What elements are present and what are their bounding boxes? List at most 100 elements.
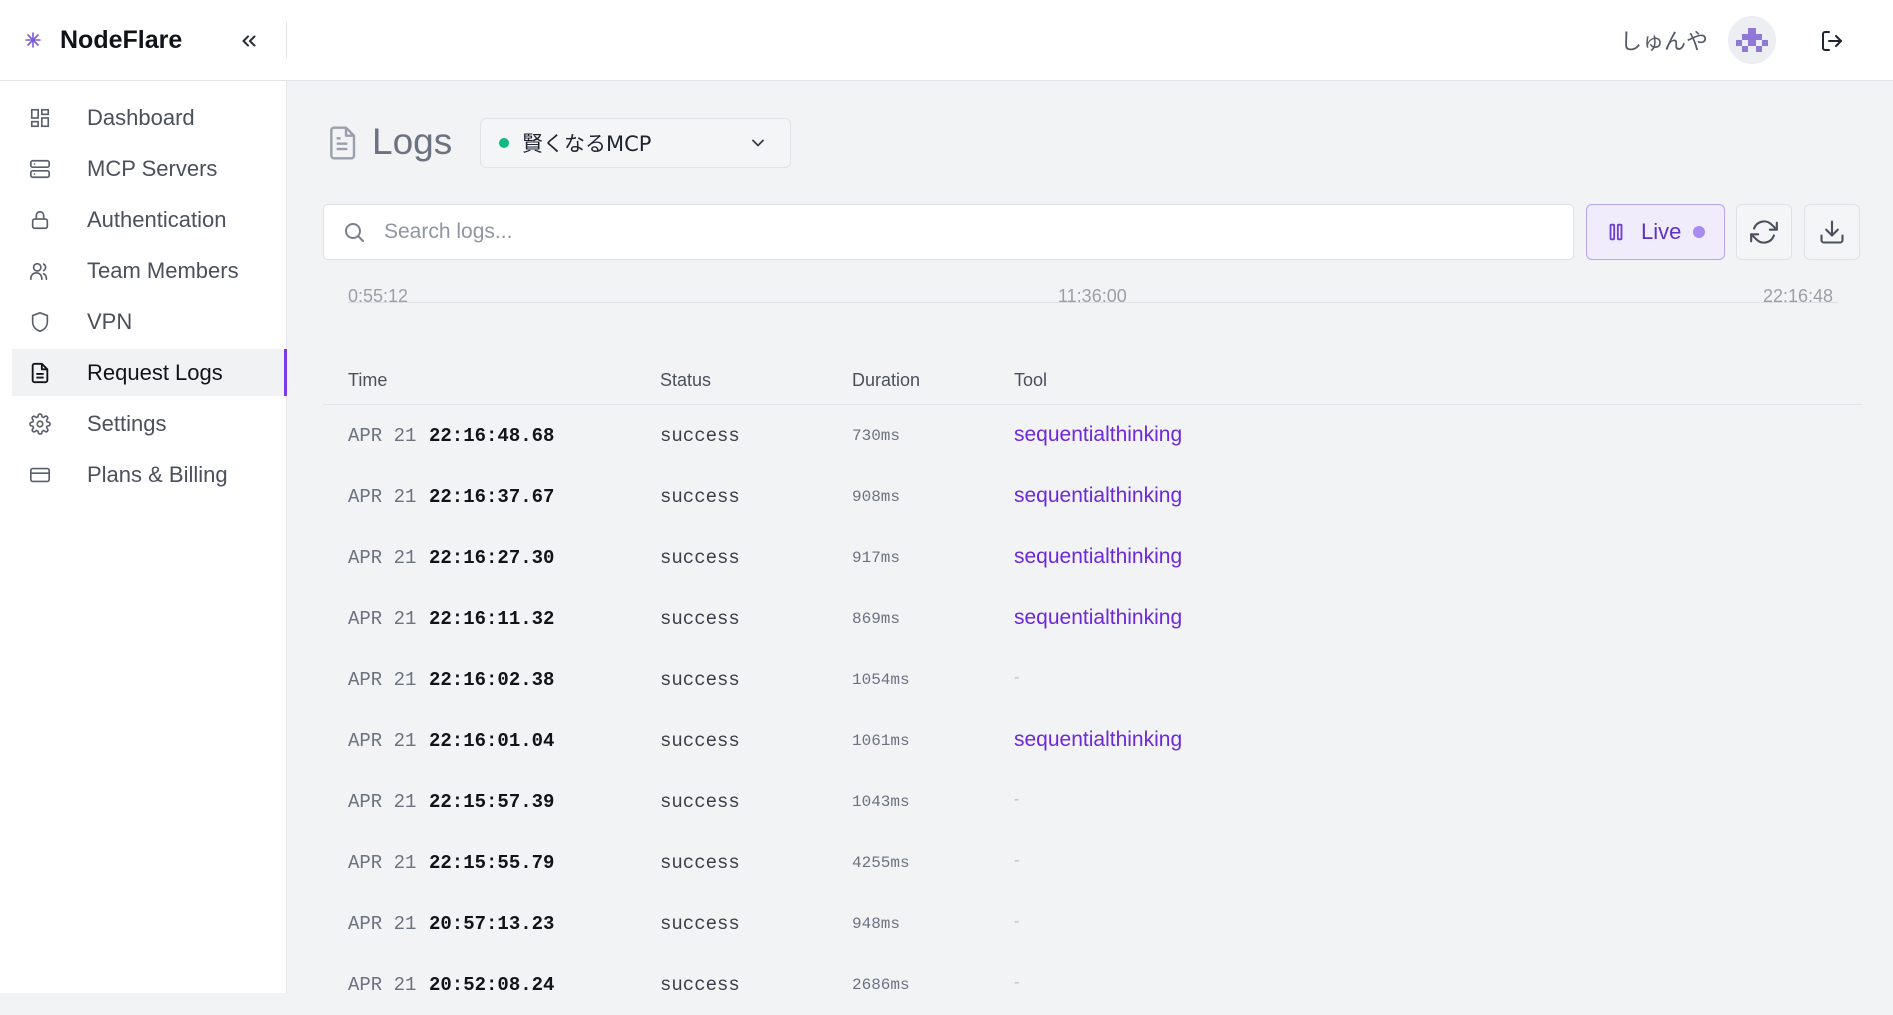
log-duration: 908ms (852, 488, 901, 506)
live-indicator-dot (1693, 226, 1706, 238)
refresh-icon (1750, 220, 1778, 244)
log-time: 20:57:13.23 (429, 913, 555, 935)
log-duration: 1061ms (852, 732, 910, 750)
sidebar-item-label: Request Logs (87, 359, 223, 385)
sidebar-item-dashboard[interactable]: Dashboard (12, 94, 287, 141)
sidebar-item-settings[interactable]: Settings (12, 400, 287, 447)
log-status: success (660, 608, 740, 630)
sidebar-item-label: VPN (87, 308, 133, 334)
sidebar-item-vpn[interactable]: VPN (12, 298, 287, 345)
log-status: success (660, 852, 740, 874)
column-header-duration[interactable]: Duration (852, 370, 920, 391)
log-time: 22:15:55.79 (429, 852, 555, 874)
sidebar-item-authentication[interactable]: Authentication (12, 196, 287, 243)
server-selector-value: 賢くなるMCP (522, 132, 652, 156)
column-header-status[interactable]: Status (660, 370, 711, 391)
live-toggle-button[interactable]: Live (1586, 204, 1725, 260)
log-date: APR 21 (348, 608, 417, 630)
table-row[interactable]: APR 21 22:15:55.79 success 4255ms - (323, 832, 1863, 893)
table-row[interactable]: APR 21 22:16:48.68 success 730ms sequentialt… (323, 405, 1863, 466)
logout-button[interactable] (1816, 25, 1848, 57)
avatar[interactable] (1728, 16, 1776, 64)
table-header: Time Status Duration Tool (323, 354, 1863, 405)
log-date: APR 21 (348, 791, 417, 813)
table-body: APR 21 22:16:48.68 success 730ms sequentialt… (323, 405, 1863, 1015)
log-date: APR 21 (348, 486, 417, 508)
sidebar-item-label: Dashboard (87, 104, 195, 130)
sidebar-item-label: Plans & Billing (87, 461, 228, 487)
log-tool[interactable]: sequentialthinking (1014, 606, 1182, 630)
log-tool[interactable]: sequentialthinking (1014, 423, 1182, 447)
column-header-time[interactable]: Time (348, 370, 387, 391)
table-row[interactable]: APR 21 20:52:08.24 success 2686ms - (323, 954, 1863, 1015)
sidebar-item-label: Settings (87, 410, 167, 436)
sidebar-item-label: Team Members (87, 257, 239, 283)
page-title: Logs (372, 121, 453, 162)
server-selector[interactable]: 賢くなるMCP (480, 118, 791, 168)
pause-icon (1605, 221, 1627, 243)
users-icon (28, 259, 52, 283)
log-duration: 2686ms (852, 976, 910, 994)
log-duration: 917ms (852, 549, 901, 567)
search-input[interactable] (384, 220, 1534, 244)
log-status: success (660, 486, 740, 508)
table-row[interactable]: APR 21 20:57:13.23 success 948ms - (323, 893, 1863, 954)
dashboard-icon (28, 106, 52, 130)
file-text-icon (326, 125, 358, 161)
user-name: しゅんや (1620, 30, 1709, 55)
server-status-dot (499, 138, 509, 148)
table-row[interactable]: APR 21 22:16:27.30 success 917ms sequentialt… (323, 527, 1863, 588)
log-date: APR 21 (348, 425, 417, 447)
log-duration: 1043ms (852, 793, 910, 811)
download-button[interactable] (1804, 204, 1860, 260)
timeline-mid-label: 11:36:00 (1058, 286, 1127, 306)
table-row[interactable]: APR 21 22:16:02.38 success 1054ms - (323, 649, 1863, 710)
log-tool: - (1014, 669, 1020, 686)
log-tool[interactable]: sequentialthinking (1014, 484, 1182, 508)
log-status: success (660, 913, 740, 935)
live-label: Live (1641, 219, 1682, 244)
timeline[interactable]: 0:55:12 11:36:00 22:16:48 (323, 282, 1863, 312)
log-date: APR 21 (348, 669, 417, 691)
table-row[interactable]: APR 21 22:16:01.04 success 1061ms sequential… (323, 710, 1863, 771)
sidebar-item-label: Authentication (87, 206, 227, 232)
table-row[interactable]: APR 21 22:16:11.32 success 869ms sequentialt… (323, 588, 1863, 649)
sidebar-item-request-logs[interactable]: Request Logs (12, 349, 287, 396)
column-header-tool[interactable]: Tool (1014, 370, 1047, 391)
sidebar-item-plans-billing[interactable]: Plans & Billing (12, 451, 287, 498)
shield-icon (28, 310, 52, 334)
log-status: success (660, 547, 740, 569)
sidebar-item-team-members[interactable]: Team Members (12, 247, 287, 294)
server-icon (28, 157, 52, 181)
log-tool: - (1014, 791, 1020, 808)
log-tool[interactable]: sequentialthinking (1014, 728, 1182, 752)
top-header: NodeFlare しゅんや (0, 0, 1893, 81)
log-date: APR 21 (348, 547, 417, 569)
log-date: APR 21 (348, 852, 417, 874)
timeline-end-label: 22:16:48 (1763, 286, 1834, 306)
log-duration: 4255ms (852, 854, 910, 872)
log-tool: - (1014, 974, 1020, 991)
log-tool[interactable]: sequentialthinking (1014, 545, 1182, 569)
asterisk-logo-icon (24, 31, 42, 49)
credit-card-icon (28, 463, 52, 487)
log-duration: 1054ms (852, 671, 910, 689)
log-duration: 730ms (852, 427, 901, 445)
log-time: 22:16:27.30 (429, 547, 555, 569)
log-tool: - (1014, 852, 1020, 869)
table-row[interactable]: APR 21 22:15:57.39 success 1043ms - (323, 771, 1863, 832)
refresh-button[interactable] (1736, 204, 1792, 260)
log-status: success (660, 669, 740, 691)
search-box (323, 204, 1574, 260)
log-time: 22:16:48.68 (429, 425, 555, 447)
log-time: 22:16:37.67 (429, 486, 555, 508)
log-time: 22:16:11.32 (429, 608, 555, 630)
collapse-sidebar-button[interactable] (234, 26, 264, 56)
log-duration: 948ms (852, 915, 901, 933)
brand[interactable]: NodeFlare (24, 22, 182, 58)
log-date: APR 21 (348, 730, 417, 752)
sidebar-item-mcp-servers[interactable]: MCP Servers (12, 145, 287, 192)
table-row[interactable]: APR 21 22:16:37.67 success 908ms sequentialt… (323, 466, 1863, 527)
file-text-icon (28, 361, 52, 385)
lock-icon (28, 208, 52, 232)
